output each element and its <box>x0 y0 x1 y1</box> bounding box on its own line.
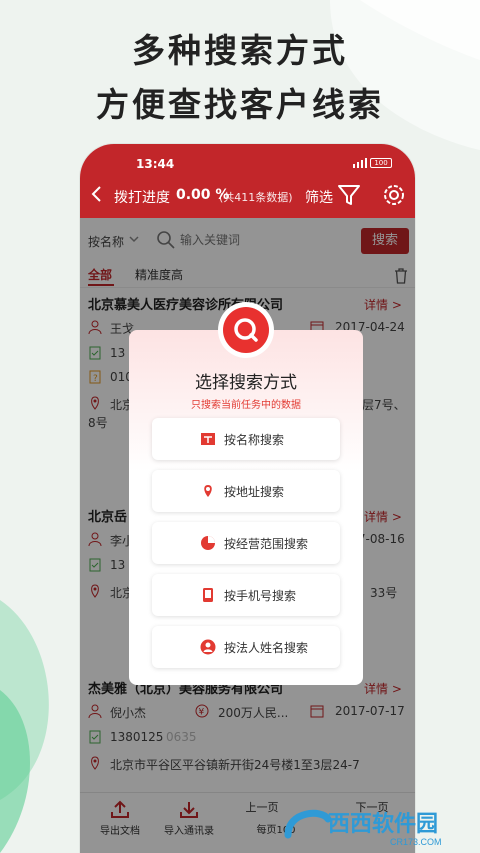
mobile-phone-icon <box>203 588 213 602</box>
location-pin-icon <box>204 485 212 497</box>
filter-button[interactable]: 筛选 <box>305 187 333 207</box>
app-bar: 拨打进度 0.00 % (共411条数据) 筛选 <box>80 172 415 218</box>
dialog-badge <box>218 302 274 358</box>
watermark-site: CR173.COM <box>390 837 442 847</box>
watermark-logo-icon: 西西软件园 CR173.COM <box>284 809 442 847</box>
dialog-title: 选择搜索方式 <box>195 373 297 393</box>
option-label: 按名称搜索 <box>224 433 285 447</box>
battery-icon: 100 <box>370 158 392 168</box>
search-by-name-option[interactable]: 按名称搜索 <box>152 418 340 460</box>
promo-headline-2: 方便查找客户线索 <box>96 85 384 124</box>
back-arrow-icon[interactable] <box>90 185 104 203</box>
gear-icon[interactable] <box>380 181 408 209</box>
total-count: (共411条数据) <box>219 191 293 204</box>
status-bar: 13:44 100 <box>80 144 415 172</box>
watermark-brand: 西西软件园 <box>328 811 438 836</box>
option-label: 按经营范围搜索 <box>224 537 309 551</box>
search-by-legal-person-option[interactable]: 按法人姓名搜索 <box>152 626 340 668</box>
name-search-icon <box>201 433 215 445</box>
person-icon <box>200 639 216 655</box>
page-title: 拨打进度 <box>114 190 170 206</box>
search-by-phone-option[interactable]: 按手机号搜索 <box>152 574 340 616</box>
search-icon <box>234 318 258 342</box>
search-by-business-scope-option[interactable]: 按经营范围搜索 <box>152 522 340 564</box>
promo-headline-1: 多种搜索方式 <box>132 31 348 70</box>
option-label: 按手机号搜索 <box>224 589 297 603</box>
site-watermark: 西西软件园 CR173.COM <box>282 801 462 847</box>
option-label: 按法人姓名搜索 <box>224 641 309 655</box>
pie-chart-icon <box>201 536 215 550</box>
search-mode-dialog: 选择搜索方式 只搜索当前任务中的数据 按名称搜索 按地址搜索 按经营范围搜索 按… <box>129 330 363 685</box>
dialog-subtitle: 只搜索当前任务中的数据 <box>191 400 301 411</box>
search-by-address-option[interactable]: 按地址搜索 <box>152 470 340 512</box>
status-time: 13:44 <box>136 157 175 171</box>
funnel-icon[interactable] <box>336 182 362 208</box>
signal-icon <box>353 158 367 168</box>
option-label: 按地址搜索 <box>224 485 285 499</box>
